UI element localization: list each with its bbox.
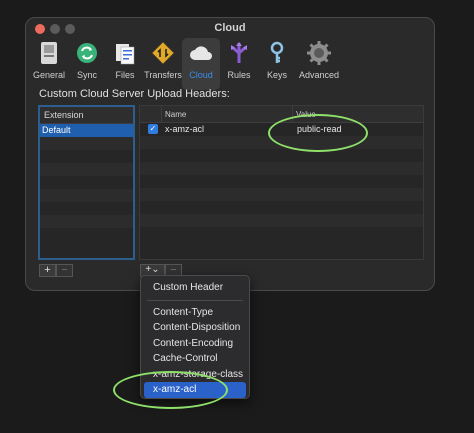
headers-table-header: Name Value (140, 106, 423, 123)
tab-cloud[interactable]: Cloud (182, 38, 220, 90)
tab-general[interactable]: General (30, 38, 68, 90)
value-column-header[interactable]: Value (296, 110, 316, 119)
menu-item-x-amz-acl[interactable]: x-amz-acl (144, 382, 246, 398)
title-bar: Cloud (26, 18, 434, 38)
tab-transfers[interactable]: Transfers (144, 38, 182, 90)
table-row[interactable]: ✓ x-amz-acl public-read (140, 123, 423, 136)
menu-item-x-amz-storage-class[interactable]: x-amz-storage-class (144, 367, 246, 383)
extension-list[interactable]: Extension Default (38, 105, 135, 260)
tab-advanced[interactable]: Advanced (296, 38, 342, 90)
tab-rules[interactable]: Rules (220, 38, 258, 90)
cloud-icon (188, 40, 214, 66)
files-icon (112, 40, 138, 66)
add-header-dropdown-menu: Custom Header Content-Type Content-Dispo… (140, 275, 250, 399)
transfers-icon (150, 40, 176, 66)
headers-table[interactable]: Name Value ✓ x-amz-acl public-read (139, 105, 424, 260)
menu-divider (147, 299, 243, 301)
remove-extension-button[interactable]: − (56, 264, 73, 277)
extension-buttons: + − (39, 264, 73, 277)
rules-icon (226, 40, 252, 66)
keys-icon (264, 40, 290, 66)
enabled-checkbox[interactable]: ✓ (148, 124, 158, 134)
menu-item-custom-header[interactable]: Custom Header (144, 280, 246, 296)
extension-column-header: Extension (40, 107, 133, 124)
upload-headers-label: Custom Cloud Server Upload Headers: (39, 88, 230, 100)
name-column-header[interactable]: Name (165, 110, 186, 119)
advanced-icon (306, 40, 332, 66)
menu-item-content-encoding[interactable]: Content-Encoding (144, 336, 246, 352)
header-value-cell[interactable]: public-read (297, 124, 342, 134)
extension-row-default[interactable]: Default (40, 124, 133, 137)
menu-item-content-disposition[interactable]: Content-Disposition (144, 320, 246, 336)
window-title: Cloud (214, 22, 246, 34)
menu-item-cache-control[interactable]: Cache-Control (144, 351, 246, 367)
tab-files[interactable]: Files (106, 38, 144, 90)
menu-item-content-type[interactable]: Content-Type (144, 305, 246, 321)
general-icon (36, 40, 62, 66)
header-name-cell[interactable]: x-amz-acl (165, 124, 204, 134)
tab-sync[interactable]: Sync (68, 38, 106, 90)
tab-keys[interactable]: Keys (258, 38, 296, 90)
sync-icon (74, 40, 100, 66)
cloud-preferences-window: Cloud General Sync Files Transfers Cloud… (25, 17, 435, 291)
add-extension-button[interactable]: + (39, 264, 56, 277)
preferences-toolbar: General Sync Files Transfers Cloud Rules… (30, 38, 342, 90)
